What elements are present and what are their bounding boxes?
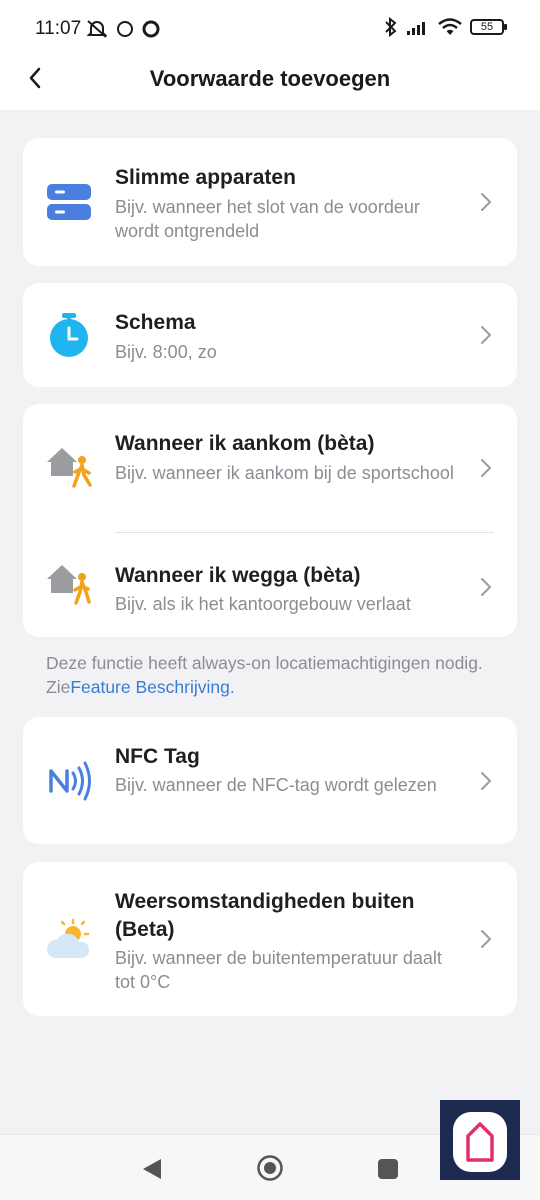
option-arrive[interactable]: Wanneer ik aankom (bèta) Bijv. wanneer i… xyxy=(23,404,517,532)
chevron-right-icon xyxy=(481,578,491,596)
card-weather: Weersomstandigheden buiten (Beta) Bijv. … xyxy=(23,862,517,1016)
card-schedule: Schema Bijv. 8:00, zo xyxy=(23,283,517,387)
status-icons-right: 55 xyxy=(384,17,507,37)
app-shortcut-tile xyxy=(453,1112,507,1172)
chevron-right-icon xyxy=(481,930,491,948)
ring-status-icon xyxy=(142,20,160,38)
status-icons-left xyxy=(86,19,160,39)
floating-app-shortcut[interactable] xyxy=(440,1100,520,1180)
option-description: Bijv. wanneer de NFC-tag wordt gelezen xyxy=(115,775,437,795)
option-description: Bijv. wanneer ik aankom bij de sportscho… xyxy=(115,463,454,483)
chevron-right-icon xyxy=(481,326,491,344)
wifi-icon xyxy=(438,18,462,35)
option-description: Bijv. 8:00, zo xyxy=(115,342,217,362)
option-weather[interactable]: Weersomstandigheden buiten (Beta) Bijv. … xyxy=(23,862,517,1016)
card-nfc: NFC Tag Bijv. wanneer de NFC-tag wordt g… xyxy=(23,717,517,844)
option-title: Slimme apparaten xyxy=(115,166,296,189)
option-title: Schema xyxy=(115,311,196,334)
home-leave-icon xyxy=(47,565,91,605)
circle-status-icon xyxy=(117,21,133,37)
muted-bell-icon xyxy=(86,20,108,38)
option-description: Bijv. als ik het kantoorgebouw verlaat xyxy=(115,594,411,614)
option-description: Bijv. wanneer het slot van de voordeur w… xyxy=(115,197,420,241)
nav-home-icon[interactable] xyxy=(256,1154,284,1182)
feature-description-link[interactable]: Feature Beschrijving. xyxy=(70,677,234,697)
home-app-icon xyxy=(466,1122,494,1162)
option-description: Bijv. wanneer de buitentemperatuur daalt… xyxy=(115,948,442,992)
signal-icon xyxy=(407,22,425,35)
nav-back-icon[interactable] xyxy=(141,1157,163,1181)
header: Voorwaarde toevoegen xyxy=(0,60,540,110)
chevron-right-icon xyxy=(481,193,491,211)
status-time: 11:07 xyxy=(35,18,82,39)
bluetooth-icon xyxy=(385,17,397,37)
timer-icon xyxy=(50,313,88,357)
chevron-right-icon xyxy=(481,772,491,790)
nav-recents-icon[interactable] xyxy=(378,1159,398,1179)
option-title: Wanneer ik wegga (bèta) xyxy=(115,564,361,587)
option-schedule[interactable]: Schema Bijv. 8:00, zo xyxy=(23,283,517,387)
card-location: Wanneer ik aankom (bèta) Bijv. wanneer i… xyxy=(23,404,517,637)
option-smart-devices[interactable]: Slimme apparaten Bijv. wanneer het slot … xyxy=(23,138,517,266)
status-bar: 11:07 55 xyxy=(0,0,540,60)
option-title: Wanneer ik aankom (bèta) xyxy=(115,432,375,455)
smart-devices-icon xyxy=(47,184,91,220)
battery-indicator: 55 xyxy=(470,19,507,35)
option-leave[interactable]: Wanneer ik wegga (bèta) Bijv. als ik het… xyxy=(23,533,517,637)
option-title: NFC Tag xyxy=(115,745,200,768)
weather-icon xyxy=(46,918,90,958)
home-arrive-icon xyxy=(47,448,92,488)
location-permission-note: Deze functie heeft always-on locatiemach… xyxy=(46,651,506,699)
option-nfc[interactable]: NFC Tag Bijv. wanneer de NFC-tag wordt g… xyxy=(23,717,517,844)
chevron-right-icon xyxy=(481,459,491,477)
card-smart-devices: Slimme apparaten Bijv. wanneer het slot … xyxy=(23,138,517,266)
nfc-icon xyxy=(49,761,91,801)
option-title: Weersomstandigheden buiten (Beta) xyxy=(115,890,415,941)
page-title: Voorwaarde toevoegen xyxy=(149,66,391,91)
